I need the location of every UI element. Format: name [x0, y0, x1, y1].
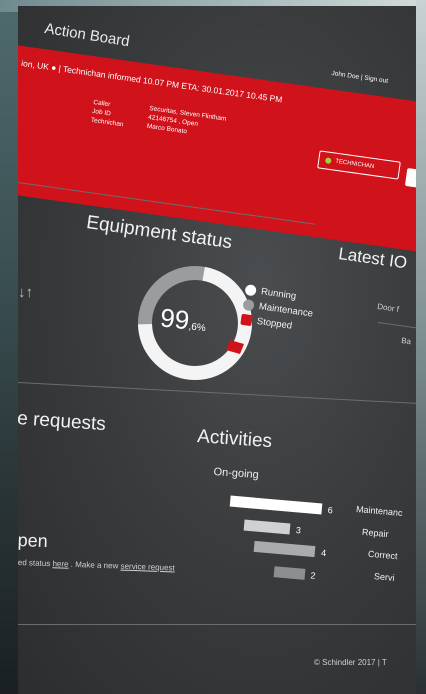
- minus-icon: [242, 298, 255, 312]
- here-link[interactable]: here: [52, 559, 68, 569]
- request-links: ed status here . Make a new service requ…: [18, 558, 175, 572]
- status-text: ed status: [18, 558, 51, 569]
- activity-row: 2: [273, 566, 317, 581]
- activity-value: 6: [327, 504, 334, 515]
- open-label: pen: [18, 530, 49, 552]
- footer-text: © Schindler 2017 | T: [314, 658, 387, 667]
- activity-label: Maintenanc: [355, 503, 403, 519]
- app-title: Action Board: [43, 20, 131, 51]
- activity-bar: [273, 566, 306, 580]
- latest-col-door: Door f: [376, 302, 400, 314]
- activity-bar: [253, 540, 316, 558]
- background-right: [416, 0, 426, 694]
- activity-row: 3: [243, 519, 302, 536]
- activities-title: Activities: [196, 426, 273, 453]
- latest-col-ba: Ba: [400, 336, 412, 347]
- activity-row: 4: [253, 540, 327, 558]
- requests-title: e requests: [18, 408, 107, 436]
- activity-label: Servi: [373, 571, 395, 583]
- caller-labels: Caller Job ID Technichan: [90, 98, 126, 129]
- activity-row: 6: [229, 495, 334, 516]
- sort-icon[interactable]: ↓↑: [18, 284, 33, 301]
- divider: [377, 322, 422, 330]
- activity-label: Repair: [361, 526, 389, 540]
- equipment-legend: Running Maintenance Stopped: [240, 284, 316, 338]
- activities-subtitle: On-going: [213, 466, 260, 482]
- divider: [18, 624, 422, 625]
- legend-running-label: Running: [260, 286, 297, 303]
- stop-icon: [240, 313, 253, 327]
- service-request-link[interactable]: service request: [120, 562, 175, 573]
- check-icon: [244, 284, 257, 297]
- new-text: . Make a new: [70, 559, 119, 571]
- activity-value: 4: [320, 547, 327, 558]
- activity-label: Correct: [367, 548, 398, 562]
- activity-value: 2: [310, 569, 317, 581]
- activity-bar: [243, 519, 291, 535]
- activity-bar: [229, 495, 323, 515]
- dashboard-screen: Action Board ion, UK ● | Technichan info…: [18, 6, 422, 694]
- user-menu[interactable]: John Doe | Sign out: [331, 70, 388, 85]
- technichan-button-label: TECHNICHAN: [334, 158, 375, 171]
- gauge-percent: 99,6%: [159, 302, 208, 337]
- status-dot-icon: [324, 157, 332, 165]
- activity-value: 3: [295, 524, 302, 535]
- legend-stopped-label: Stopped: [256, 315, 293, 332]
